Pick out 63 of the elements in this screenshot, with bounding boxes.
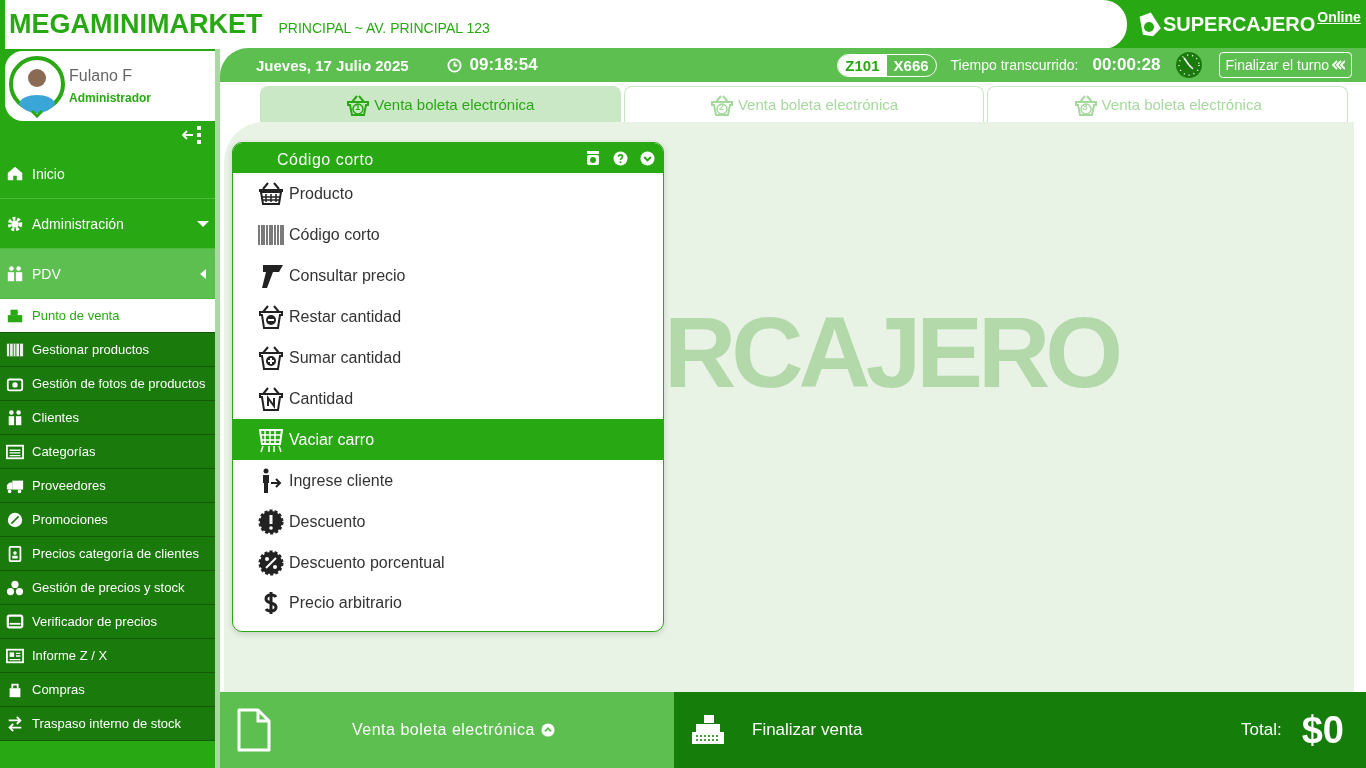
gear-icon xyxy=(6,214,24,233)
total-label: Total: xyxy=(1241,720,1282,740)
brand-logo: SUPERCAJERO xyxy=(1163,13,1316,36)
clock-icon xyxy=(1174,51,1203,79)
document-type: Venta boleta electrónica xyxy=(352,721,535,739)
elapsed-time: 00:00:28 xyxy=(1092,55,1161,75)
sidebar-subitem[interactable]: Gestión de fotos de productos xyxy=(0,367,215,401)
menu-item[interactable]: Sumar cantidad xyxy=(233,337,663,378)
boxes-icon xyxy=(6,578,24,597)
exclamation-badge-icon xyxy=(257,507,285,536)
sidebar-subitem[interactable]: Compras xyxy=(0,673,215,707)
user-role: Administrador xyxy=(69,91,151,105)
sidebar-subitem[interactable]: Traspaso interno de stock xyxy=(0,707,215,741)
total-amount: $0 xyxy=(1301,708,1344,752)
list-icon xyxy=(6,442,24,461)
scale-icon[interactable] xyxy=(585,150,601,166)
watermark-text: RCAJERO xyxy=(664,302,1118,402)
menu-title: Código corto xyxy=(277,150,375,169)
monitor-icon xyxy=(6,612,24,631)
finish-sale-button[interactable]: Finalizar venta xyxy=(690,714,863,746)
sidebar-subitem[interactable]: Precios categoría de clientes xyxy=(0,537,215,571)
sidebar-subitem[interactable]: Gestionar productos xyxy=(0,333,215,367)
user-name: Fulano F xyxy=(69,67,134,85)
time-text: 09:18:54 xyxy=(469,55,538,75)
sidebar-subitem[interactable]: Promociones xyxy=(0,503,215,537)
clock-icon xyxy=(446,57,462,73)
collapse-menu-icon[interactable] xyxy=(181,125,203,145)
menu-item[interactable]: Descuento porcentual xyxy=(233,542,663,583)
people-icon xyxy=(6,408,24,427)
sidebar-subitem[interactable]: Verificador de precios xyxy=(0,605,215,639)
date-text: Jueves, 17 Julio 2025 xyxy=(256,56,409,74)
sidebar-subitem[interactable]: Proveedores xyxy=(0,469,215,503)
menu-item[interactable]: Descuento xyxy=(233,501,663,542)
sidebar-item[interactable]: Inicio xyxy=(0,149,215,199)
menu-item[interactable]: Restar cantidad xyxy=(233,296,663,337)
swap-arrows-icon xyxy=(6,714,24,733)
register-code[interactable]: Z101 xyxy=(838,54,887,76)
sidebar-subitem[interactable]: Gestión de precios y stock xyxy=(0,571,215,605)
elapsed-label: Tiempo transcurrido: xyxy=(950,57,1079,73)
double-chevron-icon xyxy=(1331,60,1345,70)
brand-suffix: Online xyxy=(1317,9,1361,25)
menu-item[interactable]: Consultar precio xyxy=(233,255,663,296)
menu-item[interactable]: Producto xyxy=(233,173,663,214)
store-name: MEGAMINIMARKET xyxy=(9,9,263,40)
sidebar-subitem[interactable]: Categorías xyxy=(0,435,215,469)
chevron-down-icon[interactable] xyxy=(640,150,655,166)
newspaper-icon xyxy=(6,646,24,665)
branch-address: PRINCIPAL ~ AV. PRINCIPAL 123 xyxy=(278,19,490,36)
menu-item[interactable]: Ingrese cliente xyxy=(233,460,663,501)
menu-item[interactable]: Código corto xyxy=(233,214,663,255)
people-icon xyxy=(6,264,24,283)
sidebar-subitem[interactable]: Clientes xyxy=(0,401,215,435)
menu-item[interactable]: Cantidad xyxy=(233,378,663,419)
menu-item[interactable]: Vaciar carro xyxy=(233,419,663,460)
home-icon xyxy=(6,164,24,183)
chevron-up-icon xyxy=(540,723,555,737)
sidebar-subitem[interactable]: Informe Z / X xyxy=(0,639,215,673)
price-tag-icon xyxy=(1137,11,1161,38)
id-card-icon xyxy=(6,544,24,563)
menu-item[interactable]: Precio arbitrario xyxy=(233,583,663,623)
help-icon[interactable] xyxy=(613,150,628,166)
sidebar-subitem[interactable]: Punto de venta xyxy=(0,299,215,333)
document-icon xyxy=(236,707,272,753)
